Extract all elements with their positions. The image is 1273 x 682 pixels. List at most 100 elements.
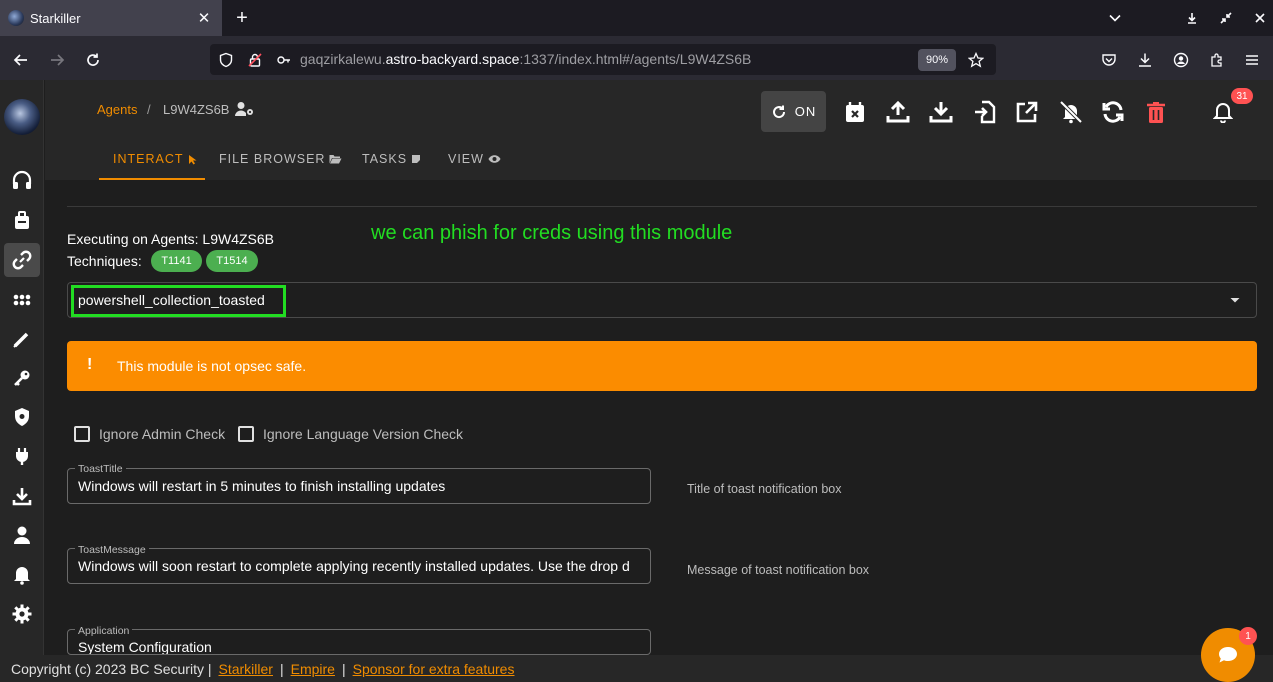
application-label: Application bbox=[75, 625, 133, 637]
eye-icon bbox=[488, 155, 501, 163]
technique-chip[interactable]: T1514 bbox=[206, 250, 258, 272]
sidebar-item-credentials[interactable] bbox=[4, 361, 40, 395]
bookmark-star-icon[interactable] bbox=[964, 48, 988, 72]
key-permissions-icon[interactable] bbox=[272, 48, 296, 72]
tab-list-chevron-icon[interactable] bbox=[1105, 8, 1125, 28]
footer-separator: | bbox=[341, 660, 346, 677]
forward-icon[interactable] bbox=[45, 48, 69, 72]
tab-interact[interactable]: INTERACT bbox=[113, 152, 197, 166]
user-gear-icon[interactable] bbox=[235, 101, 255, 117]
shield-gear-icon bbox=[15, 408, 29, 426]
footer-link-empire[interactable]: Empire bbox=[291, 661, 335, 677]
notification-count-badge: 31 bbox=[1231, 88, 1253, 104]
agent-refresh-toggle[interactable]: ON bbox=[761, 91, 826, 132]
toast-title-label: ToastTitle bbox=[75, 463, 126, 475]
file-import-icon[interactable] bbox=[972, 99, 998, 125]
ignore-admin-check-label[interactable]: Ignore Admin Check bbox=[99, 426, 225, 442]
refresh-icon bbox=[772, 105, 785, 118]
back-icon[interactable] bbox=[9, 48, 33, 72]
sidebar-item-settings[interactable] bbox=[4, 597, 40, 631]
bell-off-icon[interactable] bbox=[1058, 99, 1084, 125]
sidebar-item-plugins[interactable] bbox=[4, 322, 40, 356]
breadcrumb-agents-link[interactable]: Agents bbox=[97, 102, 137, 117]
delete-trash-icon[interactable] bbox=[1143, 99, 1169, 125]
tab-tasks[interactable]: TASKS bbox=[362, 152, 421, 166]
toast-title-description: Title of toast notification box bbox=[687, 482, 842, 496]
tab-file-browser-label: FILE BROWSER bbox=[219, 152, 326, 166]
bell-icon bbox=[14, 567, 30, 585]
close-window-icon[interactable] bbox=[1250, 8, 1270, 28]
toast-title-value: Windows will restart in 5 minutes to fin… bbox=[78, 478, 446, 494]
account-icon[interactable] bbox=[1169, 48, 1193, 72]
toast-message-value: Windows will soon restart to complete ap… bbox=[78, 558, 630, 574]
copyright-text: Copyright (c) 2023 BC Security | bbox=[11, 660, 212, 677]
footer-link-sponsor[interactable]: Sponsor for extra features bbox=[353, 661, 515, 677]
upload-icon[interactable] bbox=[885, 99, 911, 125]
download-tray-icon bbox=[12, 488, 32, 506]
sidebar-item-modules[interactable] bbox=[4, 283, 40, 317]
link-icon bbox=[12, 250, 32, 270]
pocket-icon[interactable] bbox=[1097, 48, 1121, 72]
external-link-icon[interactable] bbox=[1014, 99, 1040, 125]
tab-file-browser[interactable]: FILE BROWSER bbox=[219, 152, 342, 166]
browser-tab[interactable]: Starkiller ✕ bbox=[0, 0, 222, 36]
technique-chip[interactable]: T1141 bbox=[151, 250, 202, 272]
tab-view-label: VIEW bbox=[448, 152, 484, 166]
ignore-admin-check-checkbox[interactable] bbox=[74, 426, 90, 442]
sidebar-item-malleable[interactable] bbox=[4, 400, 40, 434]
sidebar-item-stagers[interactable] bbox=[4, 203, 40, 237]
chat-bubble-icon bbox=[1219, 647, 1237, 663]
ignore-language-version-check-checkbox[interactable] bbox=[238, 426, 254, 442]
sidebar-item-agents[interactable] bbox=[4, 243, 40, 277]
clear-queue-calendar-icon[interactable] bbox=[842, 99, 868, 125]
menu-hamburger-icon[interactable] bbox=[1240, 48, 1264, 72]
url-host: astro-backyard.space bbox=[385, 51, 520, 67]
module-select-value: powershell_collection_toasted bbox=[78, 292, 265, 308]
application-field[interactable]: System Configuration bbox=[67, 629, 651, 655]
sidebar-item-plugins-plug[interactable] bbox=[4, 439, 40, 473]
active-tab-indicator bbox=[99, 178, 205, 180]
download-icon[interactable] bbox=[928, 99, 954, 125]
close-tab-icon[interactable]: ✕ bbox=[192, 6, 216, 30]
chat-unread-badge: 1 bbox=[1239, 627, 1257, 645]
tab-view[interactable]: VIEW bbox=[448, 152, 501, 166]
sync-icon[interactable] bbox=[1100, 99, 1126, 125]
notifications-bell-icon[interactable] bbox=[1210, 99, 1236, 125]
downloads-icon[interactable] bbox=[1133, 48, 1157, 72]
insecure-lock-icon[interactable] bbox=[243, 48, 267, 72]
url-text[interactable]: gaqzirkalewu.astro-backyard.space:1337/i… bbox=[300, 51, 751, 67]
sidebar-item-notifications[interactable] bbox=[4, 557, 40, 591]
zoom-level-badge[interactable]: 90% bbox=[918, 49, 956, 71]
gear-icon bbox=[12, 604, 32, 624]
starkiller-logo[interactable] bbox=[4, 99, 40, 135]
footer: Copyright (c) 2023 BC Security | Starkil… bbox=[0, 655, 1273, 682]
cursor-pointer-icon bbox=[188, 154, 196, 164]
exclamation-icon: ! bbox=[87, 356, 93, 373]
toast-message-description: Message of toast notification box bbox=[687, 563, 870, 577]
new-tab-icon[interactable]: + bbox=[230, 6, 254, 30]
url-path: :1337/index.html#/agents/L9W4ZS6B bbox=[519, 51, 752, 67]
url-prefix: gaqzirkalewu. bbox=[300, 51, 386, 67]
annotation-text: we can phish for creds using this module bbox=[371, 222, 733, 244]
tab-tasks-label: TASKS bbox=[362, 152, 408, 166]
sidebar-item-users[interactable] bbox=[4, 518, 40, 552]
ignore-language-version-check-label[interactable]: Ignore Language Version Check bbox=[263, 426, 463, 442]
grid-dots-icon bbox=[13, 294, 31, 306]
plug-icon bbox=[16, 448, 28, 465]
sidebar-item-downloads[interactable] bbox=[4, 479, 40, 513]
minimize-icon[interactable] bbox=[1182, 8, 1202, 28]
toast-message-field[interactable]: Windows will soon restart to complete ap… bbox=[67, 548, 651, 584]
shield-icon[interactable] bbox=[214, 48, 238, 72]
browser-tab-title: Starkiller bbox=[30, 10, 81, 26]
user-icon bbox=[14, 526, 30, 544]
opsec-warning-text: This module is not opsec safe. bbox=[117, 358, 307, 374]
toggle-label: ON bbox=[794, 104, 817, 119]
toast-title-field[interactable]: Windows will restart in 5 minutes to fin… bbox=[67, 468, 651, 504]
reload-icon[interactable] bbox=[81, 48, 105, 72]
footer-link-starkiller[interactable]: Starkiller bbox=[219, 661, 273, 677]
restore-icon[interactable] bbox=[1216, 8, 1236, 28]
divider bbox=[67, 206, 1257, 207]
caret-down-icon[interactable] bbox=[1228, 293, 1242, 307]
extensions-icon[interactable] bbox=[1205, 48, 1229, 72]
sidebar-item-listeners[interactable] bbox=[4, 163, 40, 197]
